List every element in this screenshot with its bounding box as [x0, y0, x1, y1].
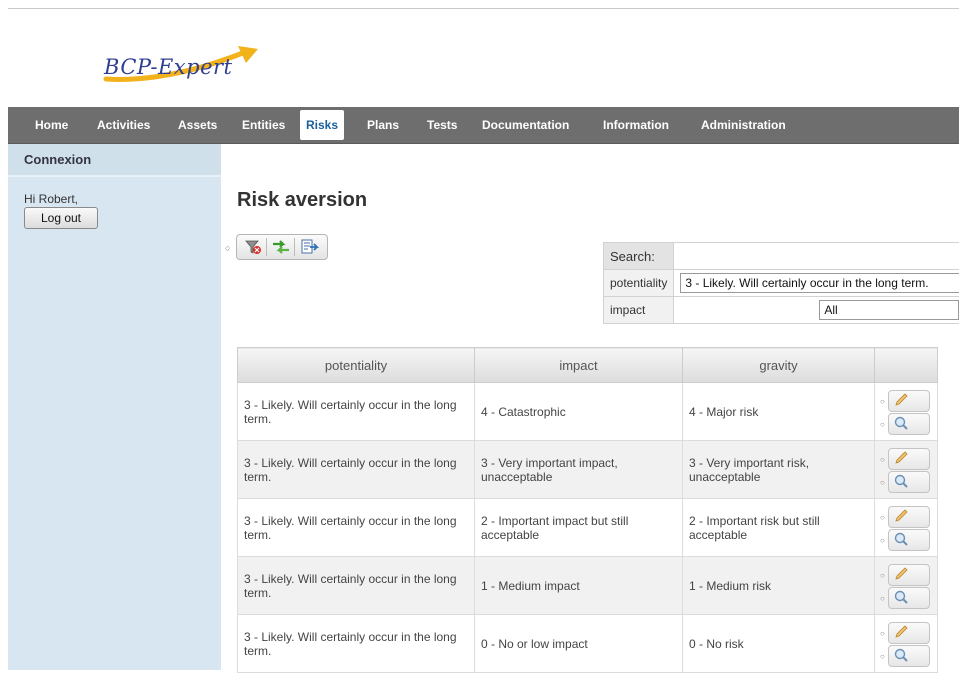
cell-potentiality: 3 - Likely. Will certainly occur in the … — [237, 556, 475, 615]
bullet-icon: ○ — [880, 629, 885, 638]
main-nav: Home Activities Assets Entities Risks Pl… — [8, 107, 959, 144]
table-row: 3 - Likely. Will certainly occur in the … — [237, 382, 938, 441]
cell-potentiality: 3 - Likely. Will certainly occur in the … — [237, 440, 475, 499]
search-panel: Search: potentiality 3 - Likely. Will ce… — [602, 242, 959, 324]
row-actions: ○ ○ — [874, 382, 938, 441]
filter-cell-impact: All — [673, 296, 959, 324]
cell-impact: 0 - No or low impact — [474, 614, 683, 673]
bullet-icon: ○ — [880, 536, 885, 545]
table-row: 3 - Likely. Will certainly occur in the … — [237, 556, 938, 615]
row-actions: ○ ○ — [874, 556, 938, 615]
edit-button[interactable] — [888, 622, 930, 644]
sidebar-title: Connexion — [8, 144, 221, 177]
export-icon[interactable] — [299, 238, 320, 256]
table-row: 3 - Likely. Will certainly occur in the … — [237, 440, 938, 499]
cell-impact: 4 - Catastrophic — [474, 382, 683, 441]
page-title: Risk aversion — [237, 189, 368, 211]
table-row: 3 - Likely. Will certainly occur in the … — [237, 498, 938, 557]
cell-gravity: 3 - Very important risk, unacceptable — [682, 440, 875, 499]
magnifier-icon — [894, 532, 908, 546]
pencil-icon — [895, 567, 908, 580]
view-button[interactable] — [888, 529, 930, 551]
potentiality-select[interactable]: 3 - Likely. Will certainly occur in the … — [680, 273, 959, 293]
filter-cell-potentiality: 3 - Likely. Will certainly occur in the … — [673, 269, 959, 297]
column-header-potentiality[interactable]: potentiality — [237, 347, 475, 383]
search-label: Search: — [602, 242, 675, 270]
search-header-cell — [673, 242, 959, 270]
nav-entities[interactable]: Entities — [242, 107, 285, 143]
magnifier-icon — [894, 648, 908, 662]
cell-gravity: 0 - No risk — [682, 614, 875, 673]
toolbar-separator — [266, 238, 267, 256]
edit-button[interactable] — [888, 506, 930, 528]
edit-button[interactable] — [888, 448, 930, 470]
column-header-impact[interactable]: impact — [474, 347, 683, 383]
bullet-icon: ○ — [880, 513, 885, 522]
nav-information[interactable]: Information — [603, 107, 669, 143]
filter-label-potentiality: potentiality — [602, 269, 675, 297]
impact-select[interactable]: All — [819, 300, 959, 320]
row-actions: ○ ○ — [874, 440, 938, 499]
bullet-icon: ○ — [880, 397, 885, 406]
header: BCP-Expert — [8, 9, 959, 107]
sidebar: Connexion Hi Robert, Log out — [8, 144, 221, 670]
cell-impact: 2 - Important impact but still acceptabl… — [474, 498, 683, 557]
view-button[interactable] — [888, 645, 930, 667]
toolbar-separator — [294, 238, 295, 256]
column-header-gravity[interactable]: gravity — [682, 347, 875, 383]
user-greeting: Hi Robert, — [24, 192, 79, 206]
row-actions: ○ ○ — [874, 614, 938, 673]
nav-tests[interactable]: Tests — [427, 107, 457, 143]
table-row: 3 - Likely. Will certainly occur in the … — [237, 614, 938, 673]
pencil-icon — [895, 625, 908, 638]
cell-potentiality: 3 - Likely. Will certainly occur in the … — [237, 498, 475, 557]
magnifier-icon — [894, 416, 908, 430]
edit-button[interactable] — [888, 564, 930, 586]
nav-assets[interactable]: Assets — [178, 107, 217, 143]
column-header-actions — [874, 347, 938, 383]
logout-button[interactable]: Log out — [24, 207, 98, 229]
bullet-icon: ○ — [880, 478, 885, 487]
view-button[interactable] — [888, 587, 930, 609]
magnifier-icon — [894, 474, 908, 488]
bullet-icon: ○ — [880, 652, 885, 661]
cell-impact: 1 - Medium impact — [474, 556, 683, 615]
bullet-icon: ○ — [880, 594, 885, 603]
nav-administration[interactable]: Administration — [701, 107, 786, 143]
nav-documentation[interactable]: Documentation — [482, 107, 569, 143]
filter-clear-icon[interactable] — [243, 238, 263, 256]
bullet-icon: ○ — [225, 243, 231, 253]
nav-risks[interactable]: Risks — [300, 110, 345, 140]
cell-gravity: 1 - Medium risk — [682, 556, 875, 615]
magnifier-icon — [894, 590, 908, 604]
cell-potentiality: 3 - Likely. Will certainly occur in the … — [237, 382, 475, 441]
cell-impact: 3 - Very important impact, unacceptable — [474, 440, 683, 499]
app-logo[interactable]: BCP-Expert — [98, 41, 258, 89]
view-button[interactable] — [888, 413, 930, 435]
filter-label-impact: impact — [602, 296, 675, 324]
risk-table: potentiality impact gravity 3 - Likely. … — [237, 347, 938, 673]
nav-activities[interactable]: Activities — [97, 107, 150, 143]
cell-gravity: 4 - Major risk — [682, 382, 875, 441]
cell-potentiality: 3 - Likely. Will certainly occur in the … — [237, 614, 475, 673]
bullet-icon: ○ — [880, 420, 885, 429]
bullet-icon: ○ — [880, 455, 885, 464]
nav-home[interactable]: Home — [35, 107, 68, 143]
nav-plans[interactable]: Plans — [367, 107, 399, 143]
pencil-icon — [895, 509, 908, 522]
pencil-icon — [895, 451, 908, 464]
cell-gravity: 2 - Important risk but still acceptable — [682, 498, 875, 557]
swap-arrows-icon[interactable] — [271, 238, 291, 256]
edit-button[interactable] — [888, 390, 930, 412]
logo-text: BCP-Expert — [104, 55, 233, 79]
view-button[interactable] — [888, 471, 930, 493]
bullet-icon: ○ — [880, 571, 885, 580]
table-toolbar — [236, 234, 328, 260]
row-actions: ○ ○ — [874, 498, 938, 557]
pencil-icon — [895, 393, 908, 406]
